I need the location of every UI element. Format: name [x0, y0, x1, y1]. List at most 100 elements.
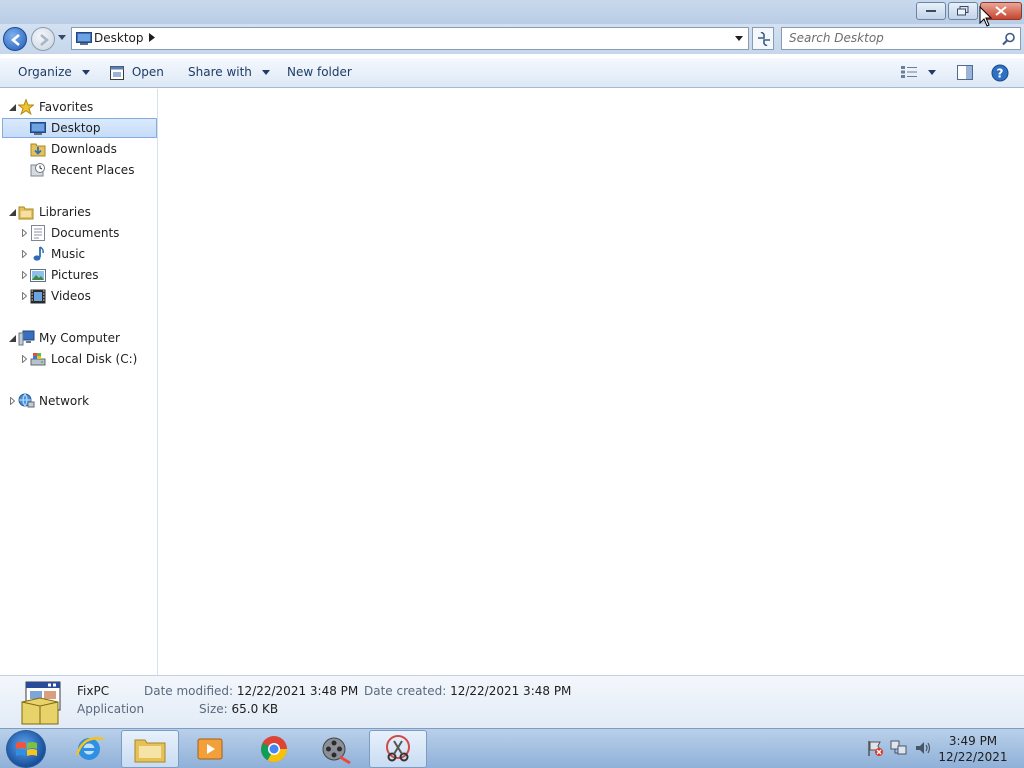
collapsed-arrow-icon[interactable] [21, 229, 27, 237]
nav-item-label: Downloads [51, 142, 117, 156]
details-file-type: Application [77, 702, 145, 716]
taskbar-internet-explorer[interactable] [60, 730, 118, 768]
nav-item-label: Recent Places [51, 163, 135, 177]
restore-button[interactable] [948, 2, 978, 20]
folder-icon [134, 739, 166, 763]
view-dropdown-icon[interactable] [928, 70, 936, 75]
system-clock[interactable]: 3:49 PM 12/22/2021 [938, 733, 1008, 765]
date-modified-label: Date modified: [144, 684, 234, 698]
collapsed-arrow-icon[interactable] [21, 355, 27, 363]
mouse-cursor-icon [979, 6, 993, 27]
start-button[interactable] [6, 730, 46, 768]
date-created-label: Date created: [364, 684, 447, 698]
help-icon[interactable]: ? [991, 64, 1009, 82]
music-note-icon [33, 246, 44, 261]
application-icon [21, 681, 61, 725]
address-bar[interactable]: Desktop [71, 27, 749, 50]
details-date-modified: Date modified: 12/22/2021 3:48 PM [144, 684, 358, 698]
minimize-icon [926, 10, 936, 12]
downloads-folder-icon [30, 143, 46, 157]
address-dropdown-icon[interactable] [735, 36, 743, 42]
taskbar-media-player[interactable] [182, 730, 240, 768]
nav-item-label: Documents [51, 226, 120, 240]
new-folder-button[interactable]: New folder [287, 65, 352, 79]
search-box[interactable] [781, 27, 1021, 50]
preview-pane-icon[interactable] [957, 65, 973, 80]
collapsed-arrow-icon[interactable] [21, 292, 27, 300]
size-value: 65.0 KB [231, 702, 279, 716]
details-date-created: Date created: 12/22/2021 3:48 PM [364, 684, 571, 698]
taskbar-file-explorer[interactable] [121, 730, 179, 768]
media-player-icon [197, 738, 223, 760]
taskbar-snipping-tool[interactable] [369, 730, 427, 768]
minimize-button[interactable] [916, 2, 946, 20]
nav-favorites[interactable]: Favorites [7, 97, 93, 117]
breadcrumb-chevron-icon[interactable] [149, 33, 155, 42]
new-folder-label: New folder [287, 65, 352, 79]
refresh-button[interactable] [752, 27, 774, 50]
expanded-arrow-icon[interactable] [8, 334, 16, 342]
recent-pages-dropdown-icon[interactable] [58, 35, 66, 41]
share-with-button[interactable]: Share with [188, 65, 270, 79]
nav-item-label: Local Disk (C:) [51, 352, 138, 366]
network-icon [18, 393, 34, 408]
pictures-icon [30, 268, 46, 282]
nav-item-local-disk[interactable]: Local Disk (C:) [19, 349, 137, 369]
nav-libraries[interactable]: Libraries [7, 202, 91, 222]
desktop-icon [76, 32, 92, 45]
taskbar-video-editor[interactable] [307, 730, 365, 768]
restore-icon [957, 6, 969, 16]
nav-item-downloads[interactable]: Downloads [29, 139, 117, 159]
nav-item-label: Videos [51, 289, 91, 303]
view-options-icon[interactable] [901, 66, 919, 78]
action-center-flag-icon[interactable] [866, 739, 884, 757]
chrome-icon [260, 736, 288, 763]
details-size: Size: 65.0 KB [199, 702, 278, 716]
scissors-icon [386, 735, 410, 762]
back-button[interactable] [3, 27, 27, 51]
computer-icon [18, 330, 34, 346]
documents-icon [31, 225, 45, 241]
collapsed-arrow-icon[interactable] [9, 397, 15, 405]
close-icon [995, 6, 1007, 16]
star-icon [18, 99, 34, 115]
address-row: Desktop [0, 24, 1024, 54]
collapsed-arrow-icon[interactable] [21, 250, 27, 258]
nav-item-pictures[interactable]: Pictures [19, 265, 99, 285]
nav-my-computer[interactable]: My Computer [7, 328, 120, 348]
share-with-label: Share with [188, 65, 252, 79]
nav-network[interactable]: Network [7, 391, 89, 411]
file-list-area[interactable] [159, 89, 1024, 675]
expanded-arrow-icon[interactable] [8, 103, 16, 111]
nav-item-documents[interactable]: Documents [19, 223, 119, 243]
nav-item-recent-places[interactable]: Recent Places [29, 160, 134, 180]
nav-libraries-label: Libraries [39, 205, 91, 219]
forward-button[interactable] [31, 27, 55, 51]
nav-item-music[interactable]: Music [19, 244, 85, 264]
collapsed-arrow-icon[interactable] [21, 271, 27, 279]
breadcrumb-desktop[interactable]: Desktop [94, 31, 144, 45]
windows-logo-icon [16, 742, 37, 756]
volume-icon[interactable] [914, 739, 932, 757]
details-file-name: FixPC [77, 684, 110, 698]
search-input[interactable] [789, 31, 999, 45]
search-icon[interactable] [1002, 32, 1016, 46]
organize-button[interactable]: Organize [18, 65, 90, 79]
nav-item-videos[interactable]: Videos [19, 286, 91, 306]
nav-my-computer-label: My Computer [39, 331, 120, 345]
network-tray-icon[interactable] [890, 739, 908, 757]
open-app-icon [110, 65, 124, 80]
open-button[interactable]: Open [110, 65, 164, 80]
nav-item-desktop[interactable]: Desktop [2, 118, 157, 138]
film-reel-icon [322, 737, 351, 765]
desktop-icon [30, 121, 46, 135]
taskbar-chrome[interactable] [245, 730, 303, 768]
nav-item-label: Pictures [51, 268, 99, 282]
expanded-arrow-icon[interactable] [8, 208, 16, 216]
date-created-value: 12/22/2021 3:48 PM [450, 684, 572, 698]
forward-arrow-icon [40, 34, 49, 46]
window-controls [914, 2, 1022, 20]
date-modified-value: 12/22/2021 3:48 PM [236, 684, 359, 698]
film-icon [30, 289, 46, 303]
clock-time: 3:49 PM [948, 734, 998, 748]
